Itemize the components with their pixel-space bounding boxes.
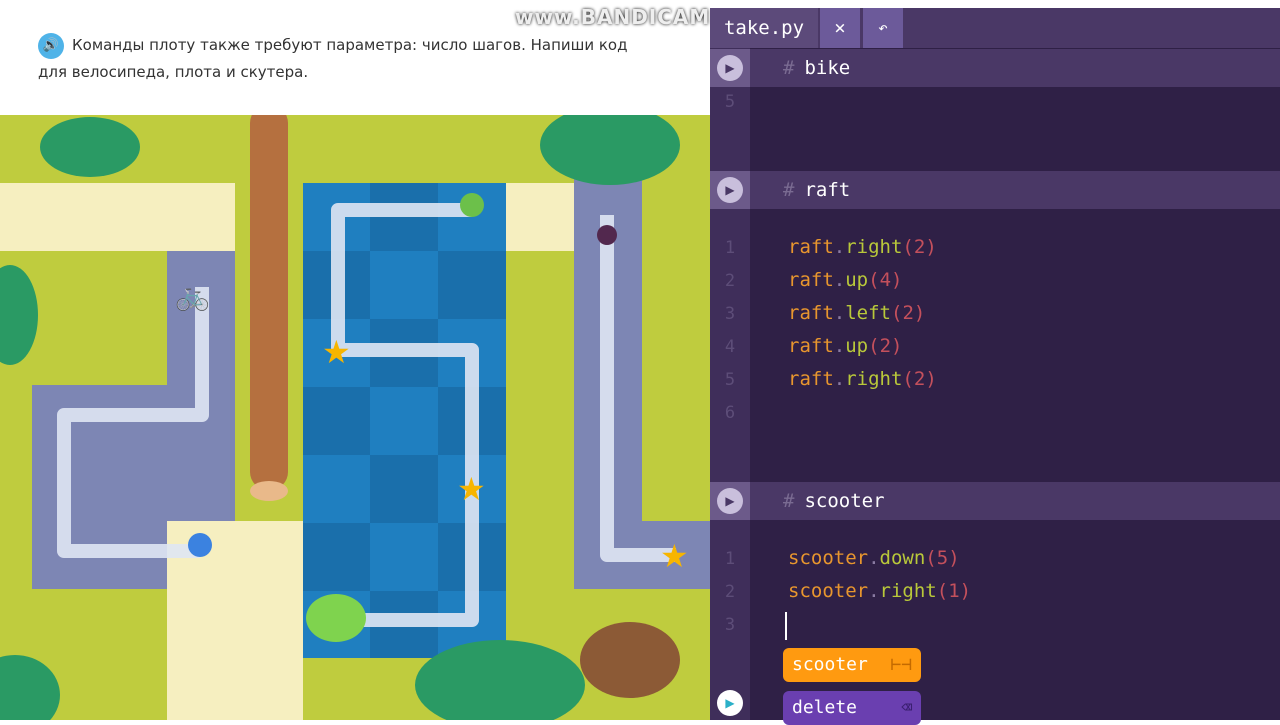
task-panel: 🔊 Команды плоту также требуют параметра: … <box>0 0 710 720</box>
code-line[interactable]: scooter.down(5) <box>788 547 960 569</box>
code-editor: take.py × ↶ ▶ # bike 5 ▶ # raft 1 raft.righ… <box>710 0 1280 725</box>
editor-tabbar: take.py × ↶ <box>710 8 1280 48</box>
code-line[interactable]: scooter.right(1) <box>788 580 971 602</box>
svg-text:🚲: 🚲 <box>175 279 210 312</box>
section-bike: ▶ # bike <box>710 49 1280 87</box>
section-title: bike <box>804 57 851 79</box>
board-graphics: ★ ★ ★ 🚲 <box>0 115 710 720</box>
task-description: 🔊 Команды плоту также требуют параметра: … <box>38 32 658 85</box>
line-number: 1 <box>724 549 736 569</box>
run-raft-icon[interactable]: ▶ <box>717 177 743 203</box>
run-bike-icon[interactable]: ▶ <box>717 55 743 81</box>
close-icon[interactable]: × <box>820 8 860 48</box>
undo-icon[interactable]: ↶ <box>863 8 903 48</box>
svg-text:★: ★ <box>322 333 351 371</box>
line-number: 2 <box>724 271 736 291</box>
line-number: 1 <box>724 238 736 258</box>
section-title: raft <box>804 179 851 201</box>
game-board: ★ ★ ★ 🚲 <box>0 115 710 720</box>
task-text: Команды плоту также требуют параметра: ч… <box>38 36 628 81</box>
suggestion-scooter[interactable]: scooter ⊢⊣ <box>783 648 921 682</box>
watermark: www.BANDICAM.com <box>515 5 710 29</box>
scooter-icon: ⊢⊣ <box>890 654 912 675</box>
run-all-icon[interactable]: ▶ <box>717 690 743 716</box>
line-number: 6 <box>724 403 736 423</box>
svg-text:★: ★ <box>457 470 486 508</box>
svg-text:★: ★ <box>660 537 689 575</box>
line-number: 4 <box>724 337 736 357</box>
file-tab[interactable]: take.py <box>710 8 818 48</box>
line-number: 2 <box>724 582 736 602</box>
line-number: 5 <box>724 92 736 112</box>
speaker-icon[interactable]: 🔊 <box>38 32 64 59</box>
run-scooter-icon[interactable]: ▶ <box>717 488 743 514</box>
code-line[interactable]: raft.right(2) <box>788 236 937 258</box>
line-number: 5 <box>724 370 736 390</box>
section-scooter: ▶ # scooter <box>710 482 1280 520</box>
code-line[interactable]: raft.left(2) <box>788 302 925 324</box>
text-cursor <box>785 612 787 640</box>
code-line[interactable]: raft.right(2) <box>788 368 937 390</box>
line-number: 3 <box>724 615 736 635</box>
code-line[interactable]: raft.up(4) <box>788 269 902 291</box>
code-line[interactable]: raft.up(2) <box>788 335 902 357</box>
section-title: scooter <box>804 490 885 512</box>
section-raft: ▶ # raft <box>710 171 1280 209</box>
line-number: 3 <box>724 304 736 324</box>
